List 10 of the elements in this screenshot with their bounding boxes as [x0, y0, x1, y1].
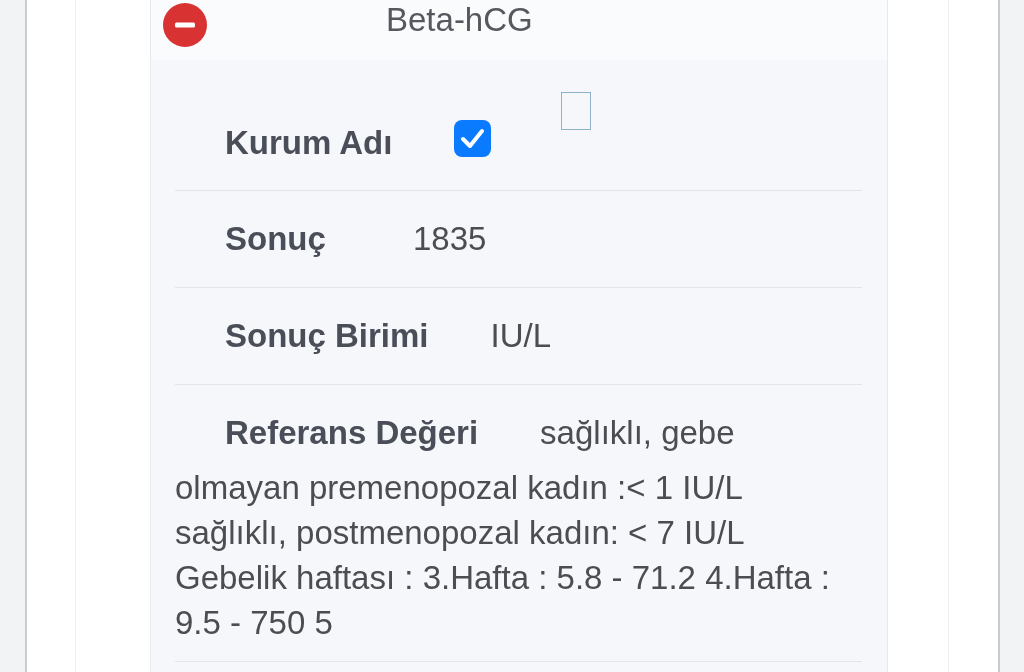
empty-box-icon [561, 92, 592, 130]
field-value: 1835 [413, 220, 487, 257]
field-label: Kurum Adı [225, 123, 393, 163]
checkbox[interactable] [454, 120, 492, 157]
field-value: IU/L [490, 317, 552, 354]
field-text: Referans Değeri sağlıklı, gebe olmayan premenopozal kadın :< 1 IU/L sağlıklı, postmenopozal kadın: < 7 IU/L Gebelik haftası : 3.Hafta : 5.8 - 71.2 4.Hafta : 9.5 - 750 5 [175, 413, 831, 643]
minus-circle-icon[interactable] [163, 3, 207, 47]
field-label: Sonuç [225, 219, 327, 259]
field-label: Sonuç Birimi [225, 316, 429, 356]
section-title: Beta-hCG [386, 0, 533, 40]
